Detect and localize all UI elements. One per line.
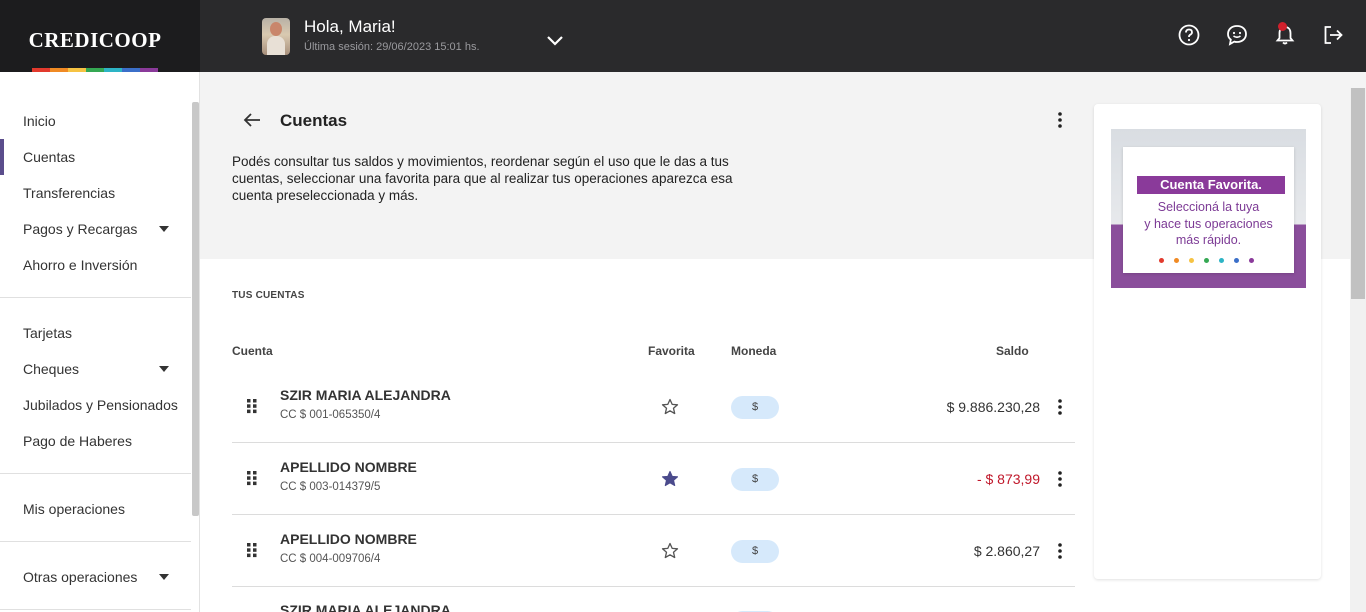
promo-line: más rápido. bbox=[1175, 233, 1242, 247]
sidebar-item-ahorro-inversion[interactable]: Ahorro e Inversión bbox=[0, 250, 191, 280]
sidebar-item-label: Pago de Haberes bbox=[23, 433, 132, 449]
table-row[interactable]: SZIR MARIA ALEJANDRA CC $ 001-065350/4 $… bbox=[232, 371, 1075, 443]
drag-handle-icon[interactable] bbox=[246, 470, 258, 486]
sidebar-item-label: Transferencias bbox=[23, 185, 116, 201]
column-header-favorite: Favorita bbox=[648, 344, 695, 358]
sidebar-item-label: Ahorro e Inversión bbox=[23, 257, 138, 273]
sidebar-item-label: Pagos y Recargas bbox=[23, 221, 138, 237]
account-number: CC $ 004-009706/4 bbox=[280, 553, 381, 565]
account-balance: $ 2.860,27 bbox=[973, 543, 1040, 559]
caret-down-icon bbox=[159, 574, 169, 580]
brand-block[interactable]: CREDICOOP bbox=[0, 0, 200, 72]
notifications-button[interactable] bbox=[1274, 22, 1296, 46]
account-name[interactable]: APELLIDO NOMBRE bbox=[280, 531, 417, 547]
promo-message-box: Cuenta Favorita. Seleccioná la tuya y ha… bbox=[1123, 147, 1294, 273]
sidebar: Inicio Cuentas Transferencias Pagos y Re… bbox=[0, 72, 200, 612]
sidebar-item-mis-operaciones[interactable]: Mis operaciones bbox=[0, 494, 191, 524]
page-description: Podés consultar tus saldos y movimientos… bbox=[232, 154, 733, 203]
brand-logo: CREDICOOP bbox=[28, 28, 162, 52]
sidebar-item-cheques[interactable]: Cheques bbox=[0, 354, 191, 384]
drag-handle-icon[interactable] bbox=[246, 398, 258, 414]
promo-line: Seleccioná la tuya bbox=[1157, 200, 1260, 214]
more-options-icon[interactable] bbox=[1054, 542, 1066, 560]
more-options-icon[interactable] bbox=[1054, 398, 1066, 416]
top-icon-bar bbox=[1178, 22, 1344, 46]
currency-badge: $ bbox=[731, 540, 779, 563]
star-outline-icon[interactable] bbox=[660, 397, 680, 417]
help-icon[interactable] bbox=[1178, 24, 1200, 46]
column-header-currency: Moneda bbox=[731, 344, 777, 358]
chevron-down-icon[interactable] bbox=[545, 33, 565, 49]
sidebar-divider bbox=[0, 473, 191, 474]
account-number: CC $ 001-065350/4 bbox=[280, 409, 381, 421]
caret-down-icon bbox=[159, 366, 169, 372]
promo-card: Cuenta Favorita. Seleccioná la tuya y ha… bbox=[1094, 104, 1321, 579]
sidebar-item-label: Cheques bbox=[23, 361, 80, 377]
caret-down-icon bbox=[159, 226, 169, 232]
sidebar-item-label: Inicio bbox=[23, 113, 56, 129]
page-title: Cuentas bbox=[280, 111, 348, 130]
sidebar-item-transferencias[interactable]: Transferencias bbox=[0, 178, 191, 208]
sidebar-scrollbar[interactable] bbox=[192, 102, 199, 516]
account-name[interactable]: SZIR MARIA ALEJANDRA bbox=[280, 602, 451, 612]
column-header-balance: Saldo bbox=[996, 344, 1029, 358]
promo-banner[interactable]: Cuenta Favorita. Seleccioná la tuya y ha… bbox=[1111, 129, 1306, 288]
section-title: TUS CUENTAS bbox=[232, 290, 305, 301]
main-scrollbar-thumb[interactable] bbox=[1351, 88, 1365, 299]
avatar bbox=[262, 18, 290, 55]
sidebar-divider bbox=[0, 541, 191, 542]
sidebar-item-pago-haberes[interactable]: Pago de Haberes bbox=[0, 426, 191, 456]
sidebar-divider bbox=[0, 609, 191, 610]
sidebar-item-label: Tarjetas bbox=[23, 325, 73, 341]
logout-icon[interactable] bbox=[1322, 24, 1344, 46]
greeting: Hola, Maria! bbox=[304, 17, 396, 36]
promo-tag: Cuenta Favorita. bbox=[1137, 176, 1285, 194]
column-header-account: Cuenta bbox=[232, 344, 273, 358]
promo-text: Seleccioná la tuya y hace tus operacione… bbox=[1123, 199, 1294, 249]
promo-color-dots bbox=[1159, 258, 1254, 263]
table-row[interactable]: SZIR MARIA ALEJANDRA $ bbox=[232, 587, 1075, 612]
account-name[interactable]: APELLIDO NOMBRE bbox=[280, 459, 417, 475]
sidebar-item-cuentas[interactable]: Cuentas bbox=[0, 139, 191, 175]
sidebar-item-inicio[interactable]: Inicio bbox=[0, 106, 191, 136]
top-bar: CREDICOOP Hola, Maria! Última sesión: 29… bbox=[0, 0, 1366, 72]
star-outline-icon[interactable] bbox=[660, 541, 680, 561]
notification-dot bbox=[1278, 22, 1287, 31]
account-name[interactable]: SZIR MARIA ALEJANDRA bbox=[280, 387, 451, 403]
table-row[interactable]: APELLIDO NOMBRE CC $ 003-014379/5 $ - $ … bbox=[232, 443, 1075, 515]
sidebar-item-jubilados-pensionados[interactable]: Jubilados y Pensionados bbox=[0, 390, 191, 420]
table-row[interactable]: APELLIDO NOMBRE CC $ 004-009706/4 $ $ 2.… bbox=[232, 515, 1075, 587]
sidebar-item-label: Otras operaciones bbox=[23, 569, 138, 585]
account-number: CC $ 003-014379/5 bbox=[280, 481, 381, 493]
sidebar-item-label: Jubilados y Pensionados bbox=[23, 397, 178, 413]
sidebar-divider bbox=[0, 297, 191, 298]
drag-handle-icon[interactable] bbox=[246, 542, 258, 558]
sidebar-item-otras-operaciones[interactable]: Otras operaciones bbox=[0, 562, 191, 592]
sidebar-item-label: Cuentas bbox=[23, 149, 76, 165]
more-options-icon[interactable] bbox=[1054, 111, 1066, 129]
account-balance: - $ 873,99 bbox=[976, 471, 1040, 487]
back-arrow-icon[interactable] bbox=[242, 110, 262, 130]
more-options-icon[interactable] bbox=[1054, 470, 1066, 488]
chat-icon[interactable] bbox=[1226, 24, 1248, 46]
sidebar-item-label: Mis operaciones bbox=[23, 501, 125, 517]
sidebar-item-pagos-recargas[interactable]: Pagos y Recargas bbox=[0, 214, 191, 244]
star-filled-icon[interactable] bbox=[660, 469, 680, 489]
currency-badge: $ bbox=[731, 396, 779, 419]
last-session: Última sesión: 29/06/2023 15:01 hs. bbox=[304, 41, 480, 53]
sidebar-item-tarjetas[interactable]: Tarjetas bbox=[0, 318, 191, 348]
currency-badge: $ bbox=[731, 468, 779, 491]
account-balance: $ 9.886.230,28 bbox=[946, 399, 1040, 415]
promo-line: y hace tus operaciones bbox=[1144, 216, 1273, 231]
